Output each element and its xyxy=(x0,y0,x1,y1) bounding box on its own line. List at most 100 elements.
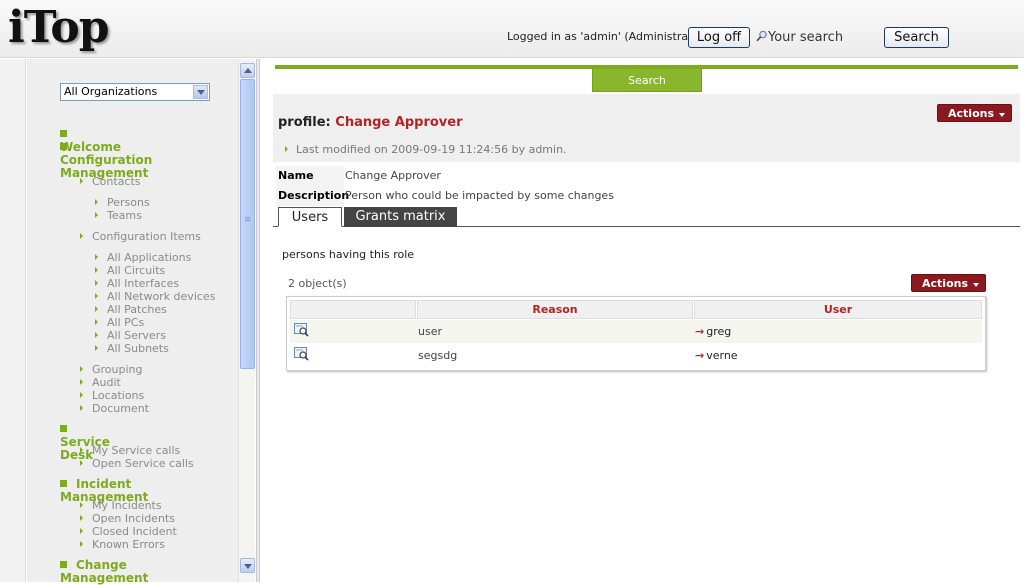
bullet-arrow-icon xyxy=(80,460,83,466)
bullet-arrow-icon xyxy=(95,280,98,286)
menu-item-locations[interactable]: Locations xyxy=(80,389,144,402)
menu-item-all-applications[interactable]: All Applications xyxy=(95,251,191,264)
user-link[interactable]: verne xyxy=(706,349,737,362)
menu-item-my-incidents[interactable]: My Incidents xyxy=(80,499,162,512)
actions-button[interactable]: Actions xyxy=(937,104,1012,122)
user-link[interactable]: greg xyxy=(706,325,731,338)
scrollbar-thumb[interactable] xyxy=(240,79,255,369)
bullet-arrow-icon xyxy=(95,345,98,351)
cell-user[interactable]: → greg xyxy=(695,325,731,338)
menu-item-closed-incident[interactable]: Closed Incident xyxy=(80,525,177,538)
bullet-arrow-icon xyxy=(80,528,83,534)
menu-label: Closed Incident xyxy=(92,525,177,538)
bullet-arrow-icon xyxy=(80,178,83,184)
menu-label: Configuration Items xyxy=(92,230,201,243)
bullet-arrow-icon xyxy=(80,379,83,385)
scroll-up-icon[interactable] xyxy=(240,63,255,78)
menu-label: All Patches xyxy=(107,303,167,316)
property-label-description: Description xyxy=(278,189,350,202)
tab-users[interactable]: Users xyxy=(278,207,342,227)
list-actions-label: Actions xyxy=(922,277,968,290)
menu-item-audit[interactable]: Audit xyxy=(80,376,121,389)
organization-select[interactable]: All Organizations xyxy=(60,83,210,101)
bullet-arrow-icon xyxy=(80,515,83,521)
logoff-button[interactable]: Log off xyxy=(688,27,750,48)
pane-splitter[interactable] xyxy=(256,59,260,582)
menu-item-all-servers[interactable]: All Servers xyxy=(95,329,166,342)
detail-magnifier-icon[interactable] xyxy=(294,323,309,337)
right-arrow-icon: → xyxy=(695,325,705,338)
menu-item-open-service-calls[interactable]: Open Service calls xyxy=(80,457,194,470)
bullet-square-icon xyxy=(60,480,67,487)
bullet-arrow-icon xyxy=(95,332,98,338)
table-row: segsdg → verne xyxy=(290,344,982,367)
caret-down-icon xyxy=(999,113,1005,117)
menu-label: Configuration xyxy=(60,153,153,167)
column-header-reason[interactable]: Reason xyxy=(417,300,693,319)
scroll-down-icon[interactable] xyxy=(240,558,255,573)
bullet-arrow-icon xyxy=(285,146,288,152)
search-input[interactable] xyxy=(768,27,882,48)
itop-logo[interactable]: iTop xyxy=(8,2,110,54)
list-actions-button[interactable]: Actions xyxy=(911,274,986,292)
menu-item-all-circuits[interactable]: All Circuits xyxy=(95,264,165,277)
property-label-name: Name xyxy=(278,169,314,182)
menu-item-all-patches[interactable]: All Patches xyxy=(95,303,167,316)
bullet-arrow-icon xyxy=(80,405,83,411)
bullet-arrow-icon xyxy=(95,267,98,273)
bullet-square-icon xyxy=(60,143,67,150)
header: iTop Logged in as 'admin' (Administrator… xyxy=(0,0,1024,58)
menu-item-configuration-items[interactable]: Configuration Items xyxy=(80,230,201,243)
menu-item-persons[interactable]: Persons xyxy=(95,196,150,209)
menu-label: Contacts xyxy=(92,175,141,188)
menu-item-my-service-calls[interactable]: My Service calls xyxy=(80,444,180,457)
menu-item-contacts[interactable]: Contacts xyxy=(80,175,141,188)
menu-item-all-network-devices[interactable]: All Network devices xyxy=(95,290,215,303)
chevron-down-icon[interactable] xyxy=(193,85,208,99)
search-drawer-tab[interactable]: Search xyxy=(592,69,702,92)
menu-label: All Interfaces xyxy=(107,277,180,290)
bullet-arrow-icon xyxy=(95,199,98,205)
menu-item-grouping[interactable]: Grouping xyxy=(80,363,143,376)
bullet-arrow-icon xyxy=(95,254,98,260)
property-value-name: Change Approver xyxy=(345,169,441,182)
bullet-arrow-icon xyxy=(80,233,83,239)
menu-item-all-pcs[interactable]: All PCs xyxy=(95,316,144,329)
menu-label: Change Management xyxy=(60,558,149,585)
menu-label: Grouping xyxy=(92,363,143,376)
page-title: profile: Change Approver xyxy=(278,115,463,130)
page-title-object: Change Approver xyxy=(335,115,463,130)
menu-label: My Service calls xyxy=(92,444,181,457)
list-title: persons having this role xyxy=(282,248,415,261)
organization-select-value: All Organizations xyxy=(64,85,158,98)
column-header-user[interactable]: User xyxy=(694,300,982,319)
menu-item-all-interfaces[interactable]: All Interfaces xyxy=(95,277,179,290)
menu-item-all-subnets[interactable]: All Subnets xyxy=(95,342,169,355)
menu-label: All Servers xyxy=(107,329,166,342)
bullet-arrow-icon xyxy=(80,502,83,508)
menu-label: Teams xyxy=(107,209,142,222)
bullet-square-icon xyxy=(60,561,67,568)
actions-label: Actions xyxy=(948,107,994,120)
detail-magnifier-icon[interactable] xyxy=(294,347,309,361)
menu-section-change-management[interactable]: Change Management xyxy=(60,559,148,585)
tab-grants-matrix[interactable]: Grants matrix xyxy=(344,207,457,227)
bullet-arrow-icon xyxy=(80,541,83,547)
menu-label: My Incidents xyxy=(92,499,162,512)
menu-label: Open Incidents xyxy=(92,512,175,525)
menu-label: All Applications xyxy=(107,251,192,264)
menu-item-teams[interactable]: Teams xyxy=(95,209,142,222)
menu-item-known-errors[interactable]: Known Errors xyxy=(80,538,165,551)
search-button[interactable]: Search xyxy=(884,27,949,48)
login-status: Logged in as 'admin' (Administrator) xyxy=(507,30,708,43)
menu-label: All Network devices xyxy=(107,290,216,303)
last-modified: Last modified on 2009-09-19 11:24:56 by … xyxy=(285,143,567,156)
cell-user[interactable]: → verne xyxy=(695,349,738,362)
sidebar-scrollbar[interactable] xyxy=(238,59,255,582)
menu-item-open-incidents[interactable]: Open Incidents xyxy=(80,512,175,525)
bullet-arrow-icon xyxy=(95,212,98,218)
menu-label: Known Errors xyxy=(92,538,165,551)
menu-label: Open Service calls xyxy=(92,457,194,470)
menu-item-document[interactable]: Document xyxy=(80,402,149,415)
bullet-arrow-icon xyxy=(95,319,98,325)
